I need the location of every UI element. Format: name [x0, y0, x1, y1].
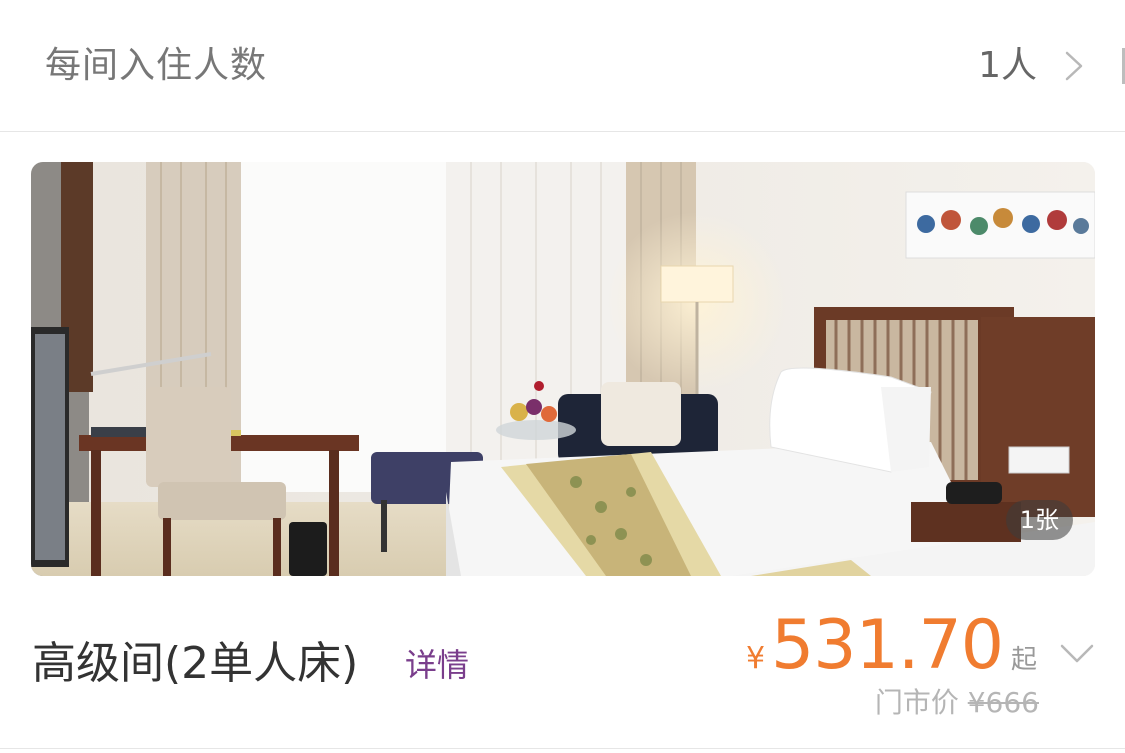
room-type-name: 高级间(2单人床)	[32, 638, 359, 689]
room-photo[interactable]: 1张	[31, 162, 1095, 576]
chevron-right-icon	[1065, 51, 1083, 81]
price-currency: ¥	[745, 641, 766, 676]
guest-count-value: 1人	[978, 45, 1037, 86]
room-price: ¥531.70 起	[746, 606, 1037, 686]
price-amount: 531.70	[771, 606, 1004, 685]
photo-count-badge: 1张	[1005, 500, 1073, 540]
chevron-down-icon[interactable]	[1059, 642, 1095, 666]
price-suffix: 起	[1010, 645, 1037, 675]
bottom-divider	[0, 748, 1125, 749]
market-price-value: ¥666	[967, 686, 1039, 719]
market-price-label: 门市价	[874, 686, 959, 719]
guest-count-row[interactable]: 每间入住人数 1人	[0, 0, 1125, 132]
guest-count-label: 每间入住人数	[45, 45, 268, 86]
room-details-link[interactable]: 详情	[405, 645, 469, 685]
room-photo-illustration	[31, 162, 1095, 576]
market-price: 门市价 ¥666	[875, 686, 1039, 720]
